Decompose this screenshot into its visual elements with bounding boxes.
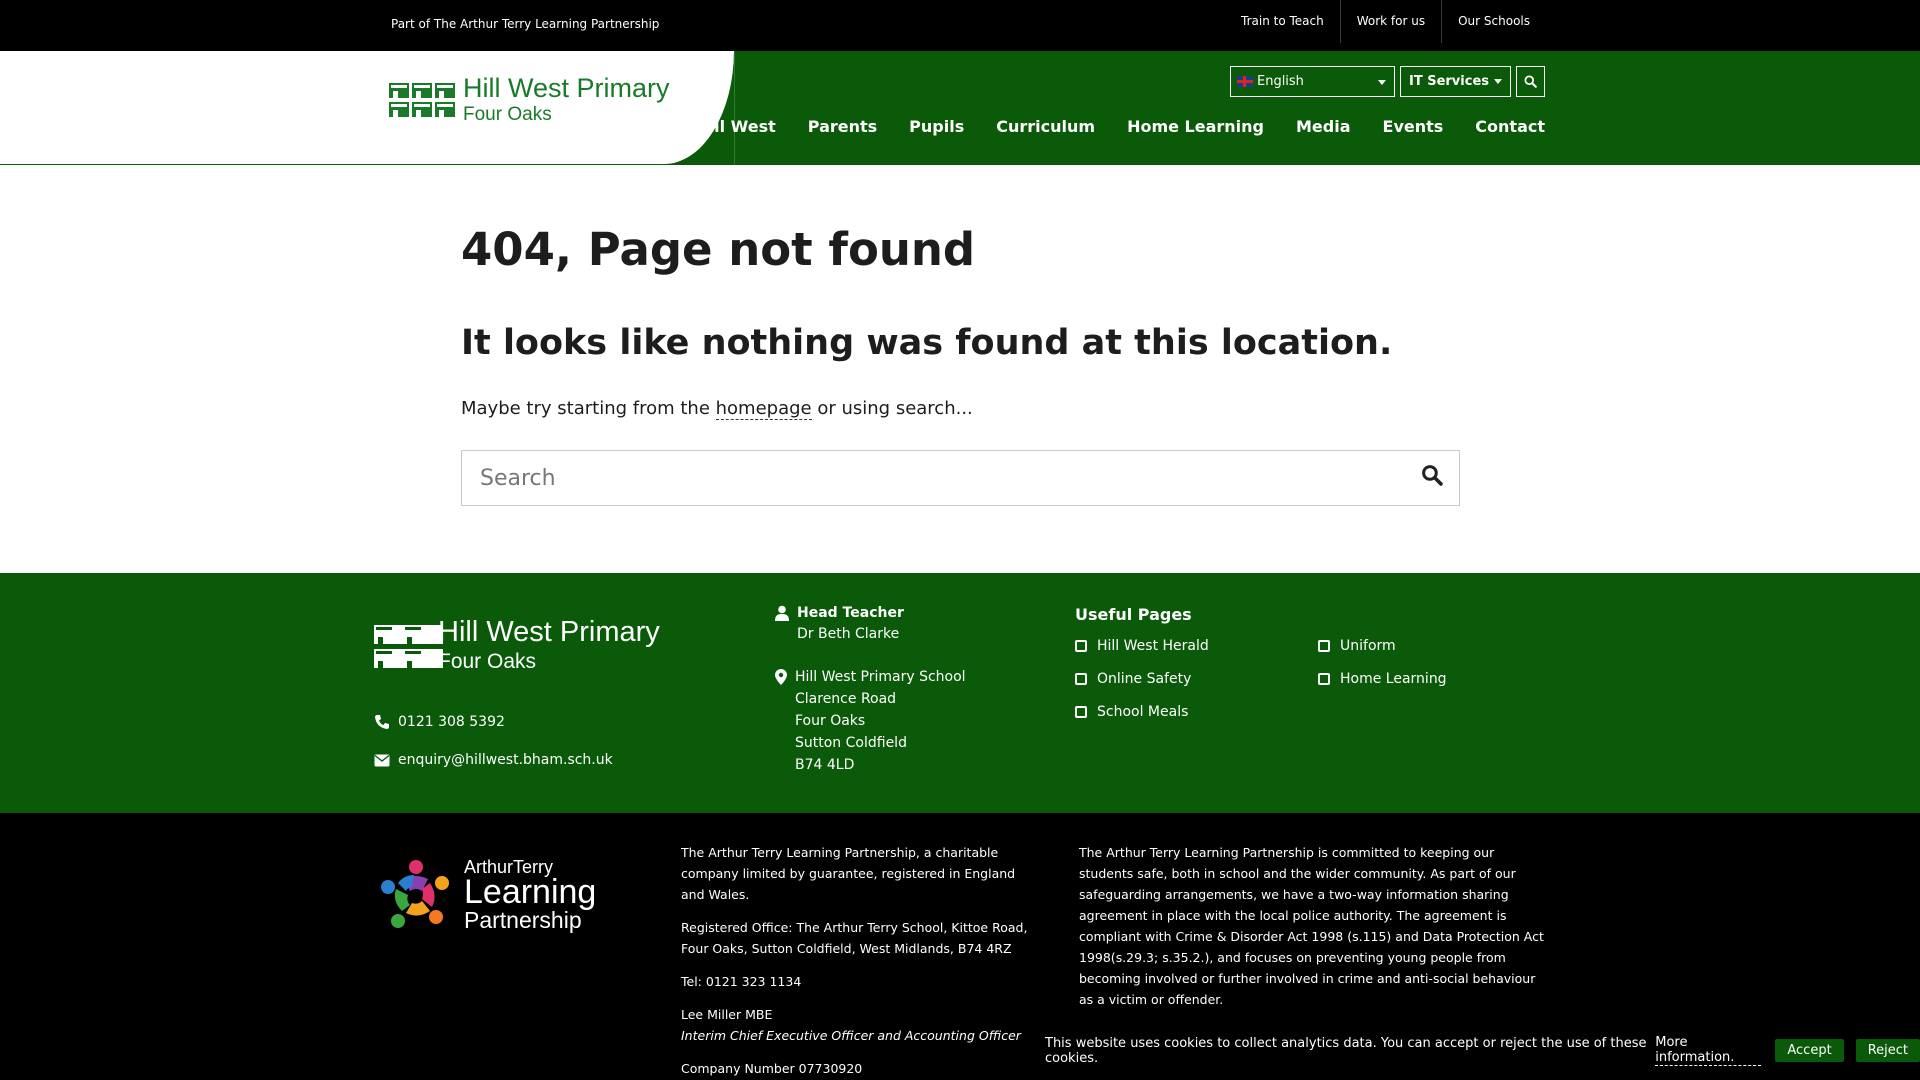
nav-pupils[interactable]: Pupils bbox=[893, 117, 980, 136]
user-icon bbox=[775, 605, 789, 621]
it-services-button[interactable]: IT Services bbox=[1399, 66, 1511, 97]
homepage-link[interactable]: homepage bbox=[715, 398, 812, 420]
partnership-people-icon bbox=[381, 860, 449, 928]
square-icon bbox=[1318, 640, 1330, 652]
nav-at-hill-west[interactable]: At Hill West bbox=[654, 117, 792, 136]
page-title: 404, Page not found bbox=[461, 223, 976, 276]
head-teacher-label: Head Teacher bbox=[797, 605, 904, 621]
chevron-down-icon bbox=[1494, 79, 1502, 84]
useful-link-school-meals[interactable]: School Meals bbox=[1075, 704, 1318, 720]
useful-pages-title: Useful Pages bbox=[1075, 605, 1192, 624]
square-icon bbox=[1075, 706, 1087, 718]
header-search-button[interactable] bbox=[1516, 66, 1545, 97]
cookie-banner: This website uses cookies to collect ana… bbox=[1045, 1035, 1920, 1066]
logo-title: Hill West Primary bbox=[463, 73, 670, 103]
envelope-icon bbox=[374, 754, 390, 766]
partnership-label: Part of The Arthur Terry Learning Partne… bbox=[391, 17, 660, 31]
cookie-accept-button[interactable]: Accept bbox=[1775, 1039, 1844, 1062]
search-icon bbox=[1422, 465, 1443, 486]
school-address: Hill West Primary School Clarence Road F… bbox=[775, 666, 966, 776]
useful-link-hill-west-herald[interactable]: Hill West Herald bbox=[1075, 638, 1318, 654]
logo-subtitle: Four Oaks bbox=[463, 104, 552, 125]
search-submit-button[interactable] bbox=[1421, 464, 1443, 490]
search-icon bbox=[1524, 75, 1537, 88]
atlp-logo[interactable]: ArthurTerry Learning Partnership bbox=[374, 853, 596, 937]
nav-curriculum[interactable]: Curriculum bbox=[980, 117, 1111, 136]
nav-events[interactable]: Events bbox=[1367, 117, 1460, 136]
footer-logo[interactable]: Hill West Primary Four Oaks bbox=[374, 616, 660, 676]
top-links: Train to Teach Work for us Our Schools bbox=[1225, 0, 1546, 43]
search-input[interactable] bbox=[480, 453, 1400, 503]
main-nav: At Hill West Parents Pupils Curriculum H… bbox=[654, 117, 1545, 136]
language-value: English bbox=[1256, 74, 1304, 89]
cookie-text: This website uses cookies to collect ana… bbox=[1045, 1035, 1647, 1066]
language-select[interactable]: English bbox=[1229, 66, 1395, 97]
logo-panel: Hill West Primary Four Oaks bbox=[0, 51, 734, 165]
useful-link-home-learning[interactable]: Home Learning bbox=[1318, 671, 1518, 687]
search-form bbox=[461, 450, 1460, 506]
nav-parents[interactable]: Parents bbox=[792, 117, 893, 136]
header-divider bbox=[734, 51, 735, 165]
school-logo[interactable]: Hill West Primary Four Oaks bbox=[389, 73, 670, 127]
head-teacher: Head Teacher Dr Beth Clarke bbox=[775, 605, 904, 642]
head-teacher-name: Dr Beth Clarke bbox=[797, 626, 900, 642]
map-marker-icon bbox=[775, 669, 787, 685]
header-utilities: English IT Services bbox=[1229, 66, 1545, 97]
nav-contact[interactable]: Contact bbox=[1459, 117, 1545, 136]
useful-link-uniform[interactable]: Uniform bbox=[1318, 638, 1518, 654]
company-info: The Arthur Terry Learning Partnership, a… bbox=[681, 845, 1028, 1076]
work-for-us-link[interactable]: Work for us bbox=[1339, 0, 1441, 43]
footer-email[interactable]: enquiry@hillwest.bham.sch.uk bbox=[374, 752, 613, 768]
page-subtitle: It looks like nothing was found at this … bbox=[461, 323, 1393, 363]
phone-icon bbox=[375, 715, 389, 729]
nav-media[interactable]: Media bbox=[1280, 117, 1367, 136]
help-text: Maybe try starting from the homepage or … bbox=[461, 398, 973, 420]
square-icon bbox=[1318, 673, 1330, 685]
our-schools-link[interactable]: Our Schools bbox=[1441, 0, 1546, 43]
cookie-more-info-link[interactable]: More information. bbox=[1655, 1035, 1762, 1066]
uk-flag-icon bbox=[1236, 76, 1253, 87]
square-icon bbox=[1075, 673, 1087, 685]
school-crest-icon bbox=[374, 624, 443, 668]
chevron-down-icon bbox=[1377, 80, 1386, 85]
nav-home-learning[interactable]: Home Learning bbox=[1111, 117, 1280, 136]
site-header: Hill West Primary Four Oaks English IT S… bbox=[0, 51, 1920, 165]
useful-link-online-safety[interactable]: Online Safety bbox=[1075, 671, 1318, 687]
useful-pages: Useful Pages Hill West Herald Uniform On… bbox=[1075, 605, 1518, 720]
top-bar: Part of The Arthur Terry Learning Partne… bbox=[0, 0, 1920, 51]
footer-phone[interactable]: 0121 308 5392 bbox=[374, 714, 505, 730]
train-to-teach-link[interactable]: Train to Teach bbox=[1225, 0, 1340, 43]
cookie-reject-button[interactable]: Reject bbox=[1855, 1039, 1920, 1062]
footer-contact: Hill West Primary Four Oaks 0121 308 539… bbox=[0, 573, 1920, 813]
square-icon bbox=[1075, 640, 1087, 652]
school-crest-icon bbox=[389, 83, 455, 117]
safeguarding-statement: The Arthur Terry Learning Partnership is… bbox=[1079, 845, 1544, 1007]
